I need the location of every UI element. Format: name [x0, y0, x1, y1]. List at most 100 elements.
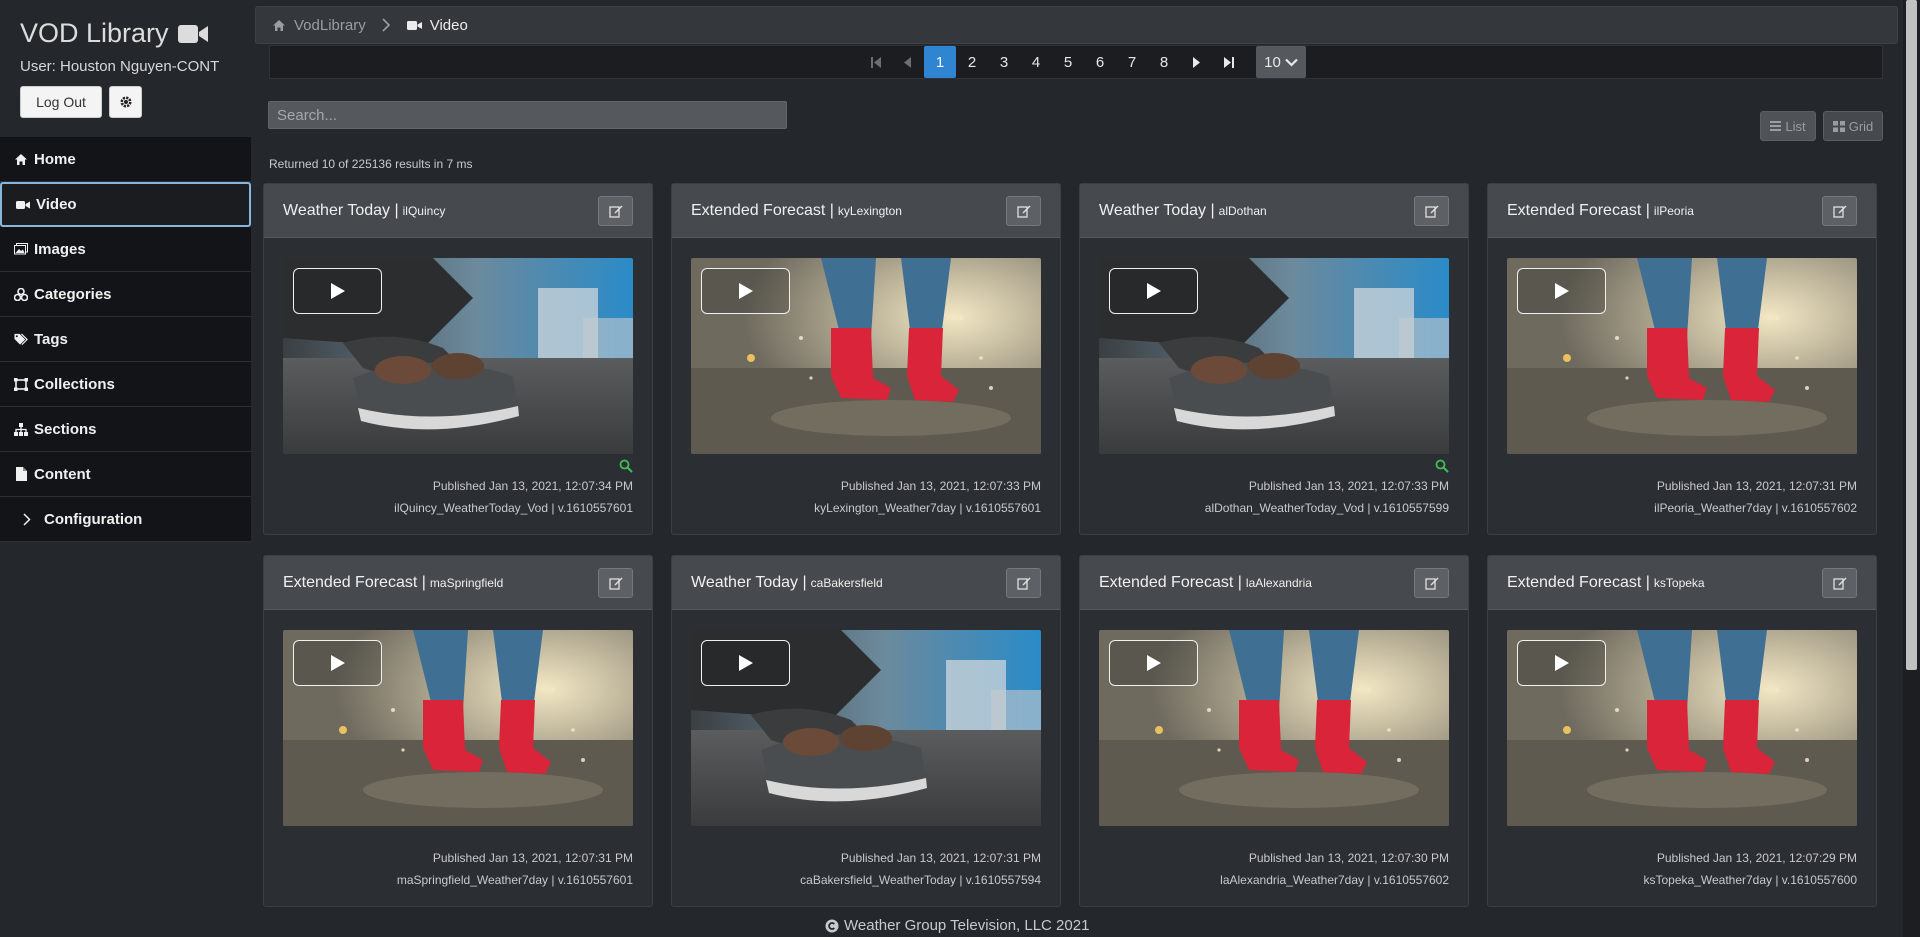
page-button[interactable]: 2 [956, 46, 988, 78]
home-icon [14, 152, 28, 166]
next-page-button[interactable] [1180, 46, 1212, 78]
chevron-down-icon [1285, 58, 1298, 67]
play-button[interactable] [1517, 640, 1606, 686]
edit-button[interactable] [598, 196, 633, 226]
play-icon [738, 283, 753, 299]
edit-button[interactable] [1822, 568, 1857, 598]
published-date: Published Jan 13, 2021, 12:07:33 PM [1248, 479, 1449, 493]
card-title: Extended Forecast | [691, 201, 834, 219]
file-version: ksTopeka_Weather7day | v.1610557600 [1643, 873, 1858, 887]
grid-icon [1832, 120, 1845, 132]
play-button[interactable] [1109, 268, 1198, 314]
video-thumbnail[interactable] [691, 258, 1041, 454]
play-button[interactable] [701, 640, 790, 686]
sidebar-item-label: Collections [34, 375, 115, 393]
sidebar-item-collections[interactable]: Collections [0, 362, 251, 407]
sidebar-item-home[interactable]: Home [0, 137, 251, 182]
video-thumbnail[interactable] [691, 630, 1041, 826]
scrollbar[interactable] [1903, 0, 1920, 937]
sidebar-item-images[interactable]: Images [0, 227, 251, 272]
play-button[interactable] [293, 268, 382, 314]
sidebar-item-content[interactable]: Content [0, 452, 251, 497]
home-icon [273, 19, 285, 31]
video-card: Extended Forecast | laAlexandria Publish… [1079, 555, 1469, 907]
card-market: maSpringfield [429, 575, 504, 590]
caret-right-icon [1193, 56, 1200, 68]
edit-button[interactable] [598, 568, 633, 598]
video-thumbnail[interactable] [283, 258, 633, 454]
video-card: Extended Forecast | ksTopeka Published J… [1487, 555, 1877, 907]
sidebar-item-sections[interactable]: Sections [0, 407, 251, 452]
card-header: Extended Forecast | ksTopeka [1488, 556, 1876, 610]
grid-view-button[interactable]: Grid [1823, 111, 1883, 141]
last-page-button[interactable] [1212, 46, 1244, 78]
video-thumbnail[interactable] [1099, 258, 1449, 454]
edit-button[interactable] [1006, 568, 1041, 598]
video-thumbnail[interactable] [283, 630, 633, 826]
video-camera-icon [16, 198, 30, 212]
card-header: Weather Today | ilQuincy [264, 184, 652, 238]
sidebar-item-video[interactable]: Video [0, 182, 251, 227]
published-date: Published Jan 13, 2021, 12:07:31 PM [432, 851, 633, 865]
play-icon [1146, 283, 1161, 299]
scrollbar-thumb[interactable] [1906, 0, 1917, 670]
first-page-button[interactable] [860, 46, 892, 78]
card-market: kyLexington [837, 203, 902, 218]
edit-button[interactable] [1414, 196, 1449, 226]
sidebar-item-label: Sections [34, 420, 97, 438]
video-camera-icon [406, 20, 422, 30]
edit-icon [1016, 577, 1030, 590]
sections-icon [14, 422, 28, 436]
breadcrumb-root[interactable]: VodLibrary [294, 17, 366, 34]
page-button[interactable]: 6 [1084, 46, 1116, 78]
play-button[interactable] [1517, 268, 1606, 314]
page-button[interactable]: 8 [1148, 46, 1180, 78]
edit-icon [1832, 205, 1846, 218]
video-thumbnail[interactable] [1507, 630, 1857, 826]
edit-button[interactable] [1414, 568, 1449, 598]
card-header: Extended Forecast | laAlexandria [1080, 556, 1468, 610]
page-button[interactable]: 4 [1020, 46, 1052, 78]
card-header: Extended Forecast | ilPeoria [1488, 184, 1876, 238]
logout-button[interactable]: Log Out [20, 86, 102, 118]
card-market: ilQuincy [402, 203, 446, 218]
list-view-label: List [1785, 118, 1806, 134]
published-date: Published Jan 13, 2021, 12:07:31 PM [1656, 479, 1857, 493]
video-thumbnail[interactable] [1507, 258, 1857, 454]
page-size-select[interactable]: 10 [1256, 46, 1306, 78]
sidebar-item-label: Configuration [44, 510, 143, 528]
user-label: User: Houston Nguyen-CONT [20, 58, 220, 75]
play-button[interactable] [293, 640, 382, 686]
page-button[interactable]: 7 [1116, 46, 1148, 78]
breadcrumb-current: Video [429, 16, 468, 34]
sidebar-item-configuration[interactable]: Configuration [0, 497, 251, 542]
page-button[interactable]: 1 [924, 46, 956, 78]
list-view-button[interactable]: List [1760, 111, 1816, 141]
sidebar-item-categories[interactable]: Categories [0, 272, 251, 317]
published-date: Published Jan 13, 2021, 12:07:34 PM [432, 479, 633, 493]
copyright-icon [825, 919, 839, 932]
page-button[interactable]: 3 [988, 46, 1020, 78]
video-card: Extended Forecast | ilPeoria Published J… [1487, 183, 1877, 535]
sidebar-item-label: Video [36, 196, 77, 213]
play-button[interactable] [701, 268, 790, 314]
file-version: kyLexington_Weather7day | v.1610557601 [814, 501, 1041, 515]
play-icon [1146, 655, 1161, 671]
page-button[interactable]: 5 [1052, 46, 1084, 78]
settings-button[interactable] [109, 86, 142, 118]
video-thumbnail[interactable] [1099, 630, 1449, 826]
play-button[interactable] [1109, 640, 1198, 686]
edit-icon [1424, 577, 1438, 590]
search-input[interactable] [268, 101, 787, 129]
sidebar-item-tags[interactable]: Tags [0, 317, 251, 362]
tags-icon [14, 332, 28, 346]
card-title: Extended Forecast | [1099, 573, 1242, 591]
prev-page-button[interactable] [892, 46, 924, 78]
card-header: Extended Forecast | kyLexington [672, 184, 1060, 238]
grid-view-label: Grid [1848, 118, 1874, 134]
card-header: Weather Today | caBakersfield [672, 556, 1060, 610]
edit-button[interactable] [1822, 196, 1857, 226]
search-match-icon [1435, 459, 1449, 473]
edit-button[interactable] [1006, 196, 1041, 226]
footer-text: Weather Group Television, LLC 2021 [844, 917, 1090, 934]
